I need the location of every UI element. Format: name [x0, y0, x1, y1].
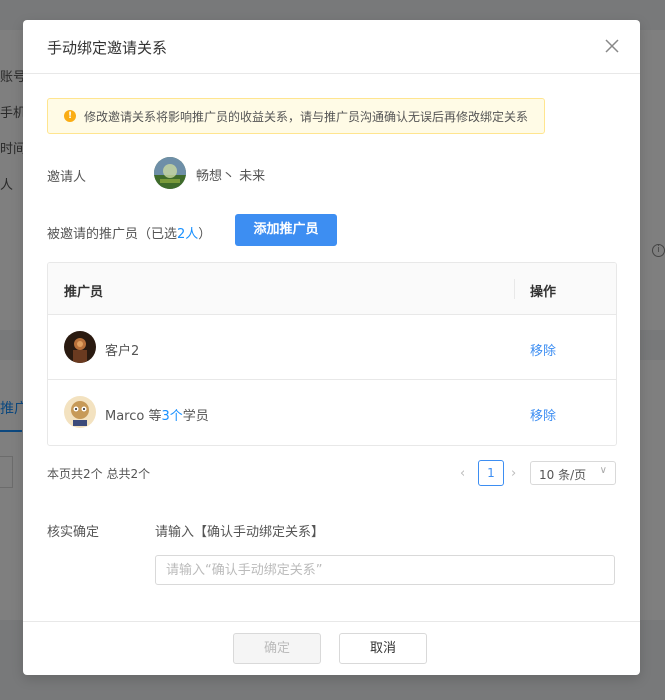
confirm-hint: 请输入【确认手动绑定关系】	[155, 525, 325, 540]
close-icon[interactable]	[602, 36, 622, 56]
page-size-value: 10 条/页	[539, 468, 587, 482]
avatar	[64, 396, 96, 428]
page-number[interactable]: 1	[478, 460, 504, 486]
table-row: Marco 等3个学员 移除	[48, 380, 616, 444]
column-divider	[514, 279, 515, 299]
warning-alert: ! 修改邀请关系将影响推广员的收益关系，请与推广员沟通确认无误后再修改绑定关系	[47, 98, 545, 134]
ok-button[interactable]: 确定	[233, 633, 321, 664]
pagination-summary: 本页共2个 总共2个	[47, 467, 151, 481]
warning-icon: !	[64, 110, 76, 122]
avatar	[64, 331, 96, 363]
invited-label: 被邀请的推广员（已选2人）	[47, 227, 212, 242]
promoter-name: Marco 等3个学员	[105, 409, 209, 424]
confirm-input[interactable]	[155, 555, 615, 585]
table-row: 客户2 移除	[48, 315, 616, 380]
column-header-action: 操作	[530, 285, 557, 300]
prev-page-button[interactable]: ‹	[460, 466, 465, 481]
confirm-label: 核实确定	[47, 525, 100, 540]
add-promoter-button[interactable]: 添加推广员	[235, 214, 337, 246]
chevron-down-icon: ∨	[599, 465, 607, 476]
inviter-name: 畅想丶 未来	[196, 169, 266, 184]
remove-button[interactable]: 移除	[530, 340, 556, 359]
bind-invitation-modal: 手动绑定邀请关系 ! 修改邀请关系将影响推广员的收益关系，请与推广员沟通确认无误…	[23, 20, 640, 675]
invited-count: 2人	[177, 227, 199, 242]
alert-text: 修改邀请关系将影响推广员的收益关系，请与推广员沟通确认无误后再修改绑定关系	[84, 110, 529, 124]
promoter-table: 推广员 操作 客户2 移除 Marco 等3个学员 移除	[47, 262, 617, 446]
inviter-label: 邀请人	[47, 170, 87, 185]
page-size-select[interactable]: 10 条/页 ∨	[530, 461, 616, 485]
avatar	[154, 157, 186, 189]
remove-button[interactable]: 移除	[530, 405, 556, 424]
table-header: 推广员 操作	[48, 263, 616, 315]
modal-footer: 确定 取消	[23, 621, 640, 676]
column-header-promoter: 推广员	[64, 285, 104, 300]
next-page-button[interactable]: ›	[511, 466, 516, 481]
cancel-button[interactable]: 取消	[339, 633, 427, 664]
promoter-name: 客户2	[105, 344, 140, 359]
modal-title: 手动绑定邀请关系	[47, 39, 168, 57]
modal-header: 手动绑定邀请关系	[23, 20, 640, 74]
